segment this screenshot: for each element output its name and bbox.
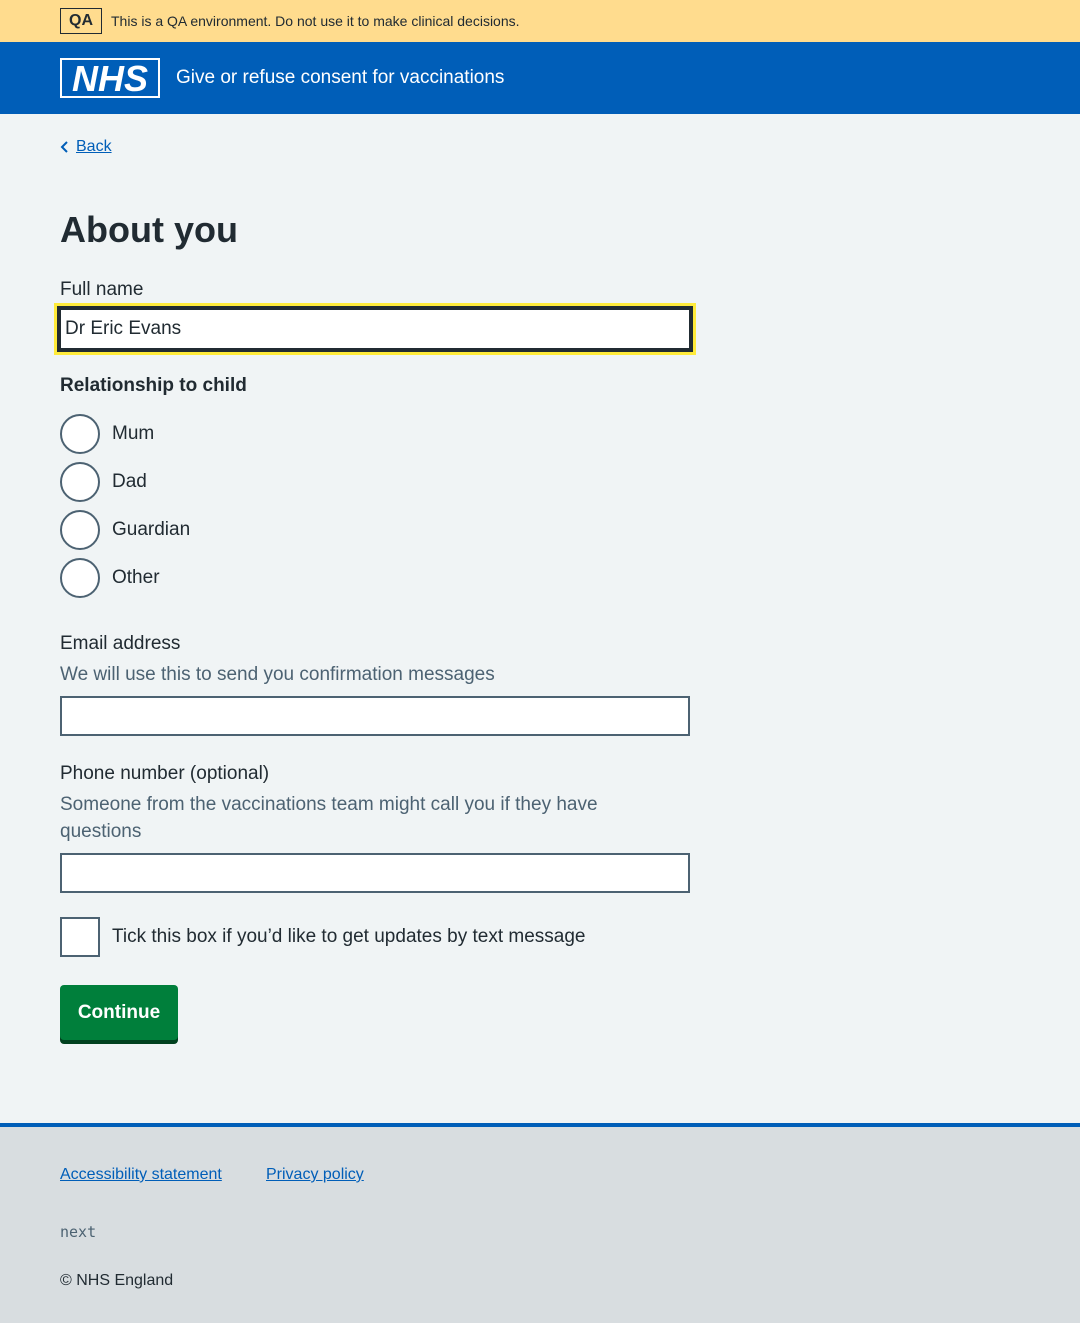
footer-copyright: © NHS England (60, 1272, 174, 1289)
site-footer: Accessibility statement Privacy policy n… (0, 1123, 1080, 1323)
radio-label-other[interactable]: Other (112, 567, 160, 589)
nhs-logo-icon[interactable]: NHS (60, 58, 160, 98)
phone-input[interactable] (60, 853, 690, 893)
sms-updates-label[interactable]: Tick this box if you’d like to get updat… (112, 926, 585, 948)
qa-banner-message: This is a QA environment. Do not use it … (111, 13, 520, 29)
radio-guardian[interactable]: Guardian (60, 510, 190, 550)
service-name[interactable]: Give or refuse consent for vaccinations (176, 67, 504, 89)
full-name-label: Full name (60, 279, 144, 300)
continue-button[interactable]: Continue (60, 985, 178, 1040)
chevron-left-icon (60, 141, 68, 153)
footer-link-accessibility[interactable]: Accessibility statement (60, 1166, 222, 1184)
radio-other[interactable]: Other (60, 558, 160, 598)
back-link[interactable]: Back (60, 138, 112, 156)
footer-link-privacy[interactable]: Privacy policy (266, 1166, 364, 1184)
radio-label-mum[interactable]: Mum (112, 423, 154, 445)
page-title: About you (60, 209, 238, 250)
nhs-logo-text: NHS (72, 58, 148, 98)
footer-version: next (60, 1223, 97, 1241)
radio-label-guardian[interactable]: Guardian (112, 519, 190, 541)
radio-button-circle[interactable] (60, 558, 100, 598)
relationship-legend: Relationship to child (60, 375, 247, 396)
phone-label: Phone number (optional) (60, 763, 270, 784)
back-link-label: Back (76, 138, 112, 155)
radio-dad[interactable]: Dad (60, 462, 147, 502)
qa-tag: QA (60, 8, 102, 34)
email-label: Email address (60, 633, 181, 654)
radio-mum[interactable]: Mum (60, 414, 154, 454)
sms-updates-checkbox[interactable] (60, 917, 100, 957)
site-header: NHS Give or refuse consent for vaccinati… (0, 42, 1080, 114)
radio-button-circle[interactable] (60, 510, 100, 550)
phone-hint: Someone from the vaccinations team might… (60, 794, 598, 842)
radio-button-circle[interactable] (60, 414, 100, 454)
full-name-input[interactable] (54, 303, 696, 355)
sms-updates-checkbox-row[interactable]: Tick this box if you’d like to get updat… (60, 917, 585, 957)
radio-button-circle[interactable] (60, 462, 100, 502)
radio-label-dad[interactable]: Dad (112, 471, 147, 493)
qa-environment-banner: QA This is a QA environment. Do not use … (0, 0, 1080, 42)
email-hint: We will use this to send you confirmatio… (60, 664, 495, 685)
email-input[interactable] (60, 696, 690, 736)
